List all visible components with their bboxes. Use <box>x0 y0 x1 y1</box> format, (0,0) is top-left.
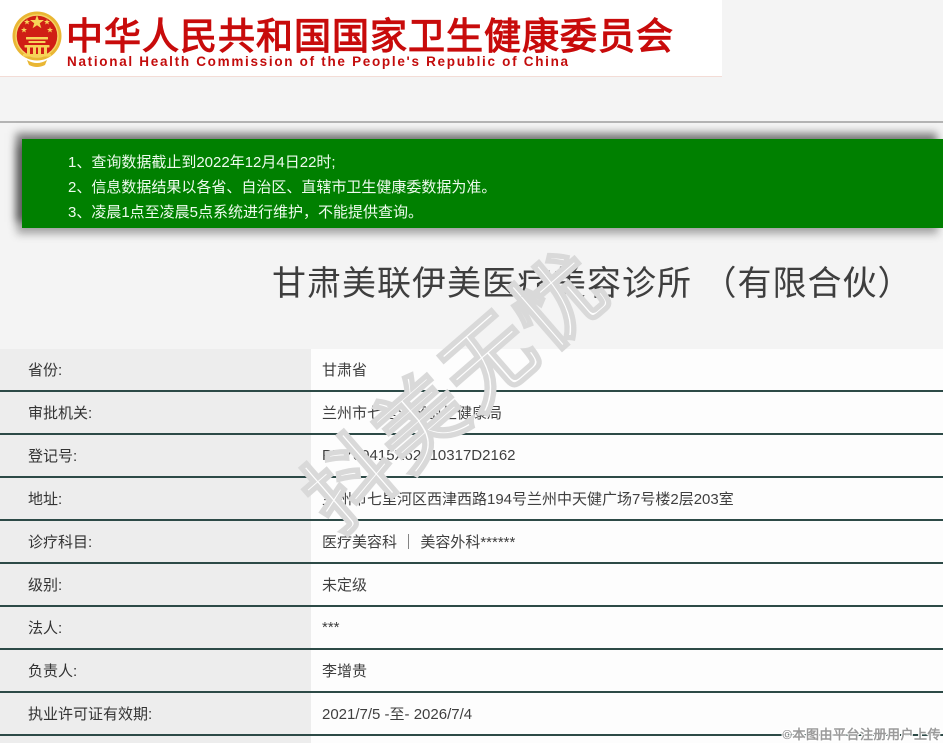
notice-box: 1、查询数据截止到2022年12月4日22时; 2、信息数据结果以各省、自治区、… <box>22 139 943 228</box>
notice-item-1: 1、查询数据截止到2022年12月4日22时; <box>68 154 336 171</box>
header-title-en: National Health Commission of the People… <box>67 54 570 69</box>
field-label: 登记号: <box>0 435 311 476</box>
field-value: 甘肃省 <box>311 349 943 390</box>
table-row: 负责人: 李增贵 <box>0 650 943 693</box>
field-label: 诊疗科目: <box>0 521 311 562</box>
table-row: 级别: 未定级 <box>0 564 943 607</box>
field-value: 医疗美容科 ｜ 美容外科****** <box>311 521 943 562</box>
field-value: *** <box>311 607 943 648</box>
field-value: 未定级 <box>311 564 943 605</box>
field-label: 地址: <box>0 478 311 519</box>
header-divider <box>0 121 943 123</box>
field-value: PDY00415X62010317D2162 <box>311 435 943 476</box>
china-national-emblem-icon <box>12 11 62 67</box>
image-credit: ©本图由平台注册用户上传 <box>782 727 941 742</box>
field-label: 省份: <box>0 349 311 390</box>
info-table: 省份: 甘肃省 审批机关: 兰州市七里河区卫生健康局 登记号: PDY00415X6201… <box>0 349 943 743</box>
field-label: 负责人: <box>0 650 311 691</box>
table-row: 审批机关: 兰州市七里河区卫生健康局 <box>0 392 943 435</box>
field-label: 审批机关: <box>0 392 311 433</box>
notice-item-3: 3、凌晨1点至凌晨5点系统进行维护，不能提供查询。 <box>68 204 424 221</box>
table-row: 登记号: PDY00415X62010317D2162 <box>0 435 943 478</box>
notice-item-2: 2、信息数据结果以各省、自治区、直辖市卫生健康委数据为准。 <box>68 179 497 196</box>
field-label: 法人: <box>0 607 311 648</box>
table-row: 地址: 兰州市七里河区西津西路194号兰州中天健广场7号楼2层203室 <box>0 478 943 521</box>
page: 中华人民共和国国家卫生健康委员会 National Health Commiss… <box>0 0 943 743</box>
field-value: 兰州市七里河区卫生健康局 <box>311 392 943 433</box>
field-label <box>0 736 311 743</box>
field-value: 兰州市七里河区西津西路194号兰州中天健广场7号楼2层203室 <box>311 478 943 519</box>
field-label: 执业许可证有效期: <box>0 693 311 734</box>
field-value: 李增贵 <box>311 650 943 691</box>
page-title: 甘肃美联伊美医疗美容诊所 （有限合伙） <box>272 265 913 303</box>
field-label: 级别: <box>0 564 311 605</box>
site-header-banner[interactable]: 中华人民共和国国家卫生健康委员会 National Health Commiss… <box>0 0 722 77</box>
table-row: 法人: *** <box>0 607 943 650</box>
table-row: 诊疗科目: 医疗美容科 ｜ 美容外科****** <box>0 521 943 564</box>
header-title-cn: 中华人民共和国国家卫生健康委员会 <box>66 16 674 57</box>
table-row: 省份: 甘肃省 <box>0 349 943 392</box>
